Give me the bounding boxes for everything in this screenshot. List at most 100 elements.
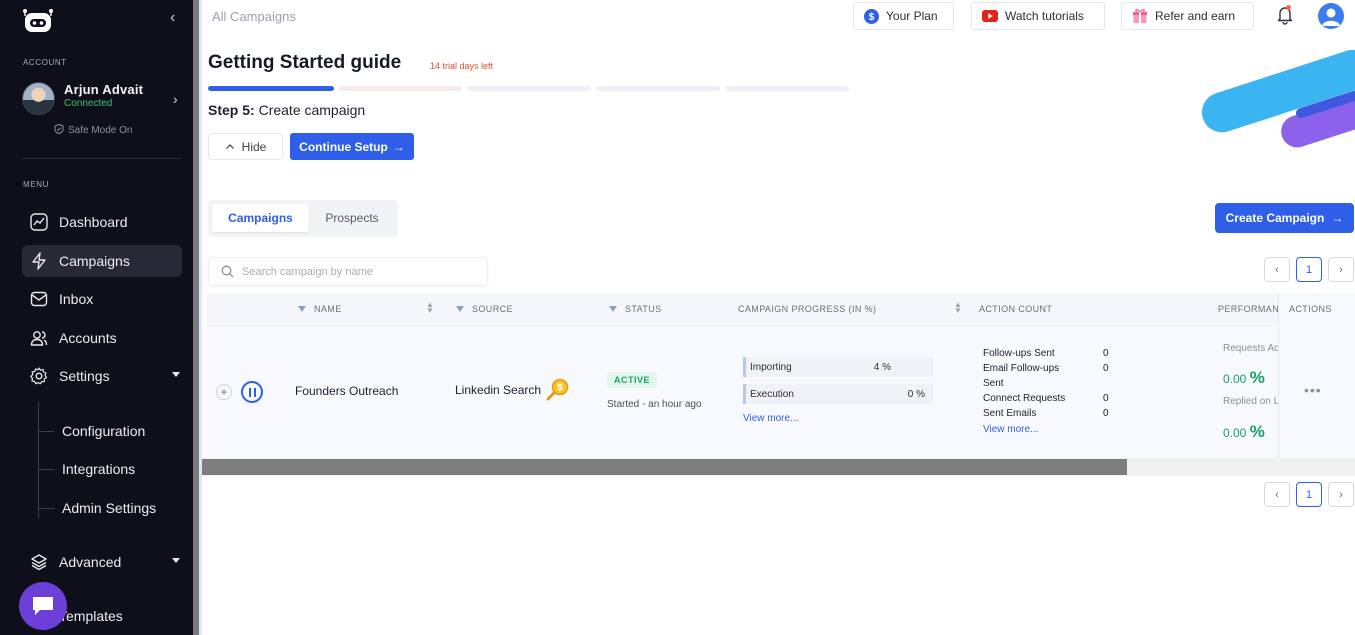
progress-bar-importing: Importing 4 % bbox=[743, 357, 933, 377]
progress-segment-3 bbox=[467, 86, 591, 91]
tab-prospects[interactable]: Prospects bbox=[312, 204, 392, 232]
filter-icon[interactable] bbox=[609, 306, 617, 312]
create-campaign-label: Create Campaign bbox=[1225, 211, 1325, 225]
sidebar-scrollbar[interactable] bbox=[193, 0, 199, 635]
safe-mode-indicator: Safe Mode On bbox=[54, 123, 132, 136]
your-plan-label: Your Plan bbox=[886, 9, 938, 23]
column-header-label: SOURCE bbox=[472, 304, 513, 314]
action-count-label: Follow-ups Sent bbox=[983, 348, 1055, 359]
column-header-progress[interactable]: CAMPAIGN PROGRESS (IN %) bbox=[738, 304, 876, 314]
robot-logo-icon[interactable] bbox=[22, 8, 54, 34]
sidebar-subitem-label: Configuration bbox=[62, 423, 146, 439]
performance-label: Requests Ac bbox=[1223, 343, 1280, 354]
table-header: NAME ▲ ▼ SOURCE STATUS CAMPAIGN PROGRESS … bbox=[207, 293, 1355, 324]
settings-icon bbox=[29, 366, 49, 386]
step-label: Create campaign bbox=[258, 102, 366, 118]
action-count-value: 0 bbox=[1103, 393, 1109, 404]
account-switcher[interactable]: Arjun Advait Connected › bbox=[22, 82, 182, 116]
tab-campaigns[interactable]: Campaigns bbox=[212, 204, 309, 232]
prev-page-button[interactable]: ‹ bbox=[1264, 257, 1290, 282]
your-plan-button[interactable]: $ Your Plan bbox=[853, 2, 954, 30]
progress-view-more-link[interactable]: View more... bbox=[743, 413, 798, 424]
sidebar-item-dashboard[interactable]: Dashboard bbox=[22, 206, 182, 238]
create-campaign-button[interactable]: Create Campaign → bbox=[1215, 203, 1354, 233]
action-count-label: Connect Requests bbox=[983, 393, 1066, 404]
action-count-value: 0 bbox=[1103, 363, 1109, 374]
action-count-value: 0 bbox=[1103, 348, 1109, 359]
column-header-source[interactable]: SOURCE bbox=[456, 304, 513, 314]
sidebar-subitem-integrations[interactable]: Integrations bbox=[38, 459, 135, 479]
sidebar-subitem-label: Admin Settings bbox=[62, 500, 157, 516]
sidebar-subitem-configuration[interactable]: Configuration bbox=[38, 421, 145, 441]
sidebar: ‹ ACCOUNT Arjun Advait Connected › Safe … bbox=[0, 0, 193, 635]
menu-section-label: MENU bbox=[23, 180, 49, 189]
action-count-view-more-link[interactable]: View more... bbox=[983, 424, 1038, 435]
continue-setup-label: Continue Setup bbox=[299, 139, 388, 154]
sidebar-item-campaigns[interactable]: Campaigns bbox=[22, 245, 182, 277]
column-header-name[interactable]: NAME bbox=[298, 304, 342, 314]
continue-setup-button[interactable]: Continue Setup → bbox=[290, 133, 414, 160]
arrow-right-icon: → bbox=[392, 139, 405, 154]
column-header-status[interactable]: STATUS bbox=[609, 304, 662, 314]
sidebar-item-label: Templates bbox=[59, 608, 123, 624]
sidebar-item-label: Advanced bbox=[59, 554, 122, 570]
arrow-right-icon: → bbox=[1331, 211, 1344, 225]
user-name: Arjun Advait bbox=[64, 82, 144, 97]
campaigns-icon bbox=[29, 251, 49, 271]
percent-sign: % bbox=[1249, 422, 1265, 441]
action-count-value: 0 bbox=[1103, 408, 1109, 419]
expand-row-icon[interactable]: + bbox=[216, 384, 232, 400]
inbox-icon bbox=[29, 289, 49, 309]
chat-widget-button[interactable] bbox=[19, 582, 67, 630]
column-header-label: CAMPAIGN PROGRESS (IN %) bbox=[738, 304, 877, 314]
prev-page-button[interactable]: ‹ bbox=[1264, 482, 1290, 507]
watch-tutorials-button[interactable]: Watch tutorials bbox=[971, 2, 1105, 30]
page-number-button[interactable]: 1 bbox=[1296, 482, 1322, 507]
trial-days-badge: 14 trial days left bbox=[430, 61, 494, 71]
next-page-button[interactable]: › bbox=[1328, 257, 1354, 282]
sidebar-item-accounts[interactable]: Accounts bbox=[22, 322, 182, 354]
refer-and-earn-button[interactable]: Refer and earn bbox=[1121, 2, 1254, 30]
gift-icon bbox=[1132, 8, 1148, 24]
sort-icon[interactable]: ▲ ▼ bbox=[426, 301, 434, 315]
column-header-performance: PERFORMANCE bbox=[1218, 304, 1278, 314]
campaign-name[interactable]: Founders Outreach bbox=[295, 384, 398, 398]
step-number: Step 5: bbox=[208, 102, 255, 118]
filter-icon[interactable] bbox=[298, 306, 306, 312]
profile-avatar-icon[interactable] bbox=[1318, 3, 1344, 29]
progress-value: 4 % bbox=[873, 362, 891, 373]
sidebar-item-inbox[interactable]: Inbox bbox=[22, 283, 182, 315]
status-badge: ACTIVE bbox=[607, 372, 658, 388]
caret-down-icon bbox=[172, 372, 180, 377]
search-box bbox=[208, 257, 488, 286]
layers-icon bbox=[29, 552, 49, 572]
more-actions-icon[interactable]: ••• bbox=[1304, 382, 1322, 398]
sidebar-item-advanced[interactable]: Advanced bbox=[22, 546, 182, 578]
sidebar-item-label: Dashboard bbox=[59, 214, 128, 230]
hide-label: Hide bbox=[241, 139, 267, 154]
pause-campaign-button[interactable] bbox=[241, 381, 263, 403]
progress-segment-2 bbox=[339, 86, 462, 91]
table-horizontal-scrollbar[interactable] bbox=[202, 459, 1127, 475]
collapse-sidebar-icon[interactable]: ‹ bbox=[170, 9, 175, 27]
chevron-right-icon: › bbox=[173, 91, 178, 107]
chevron-up-icon bbox=[225, 144, 234, 149]
sidebar-subitem-label: Integrations bbox=[62, 461, 136, 477]
filter-icon[interactable] bbox=[456, 306, 464, 312]
sidebar-subitem-admin-settings[interactable]: Admin Settings bbox=[38, 498, 156, 518]
next-page-button[interactable]: › bbox=[1328, 482, 1354, 507]
hide-guide-button[interactable]: Hide bbox=[208, 133, 283, 160]
search-input[interactable] bbox=[242, 265, 462, 278]
watch-tutorials-label: Watch tutorials bbox=[1005, 9, 1084, 23]
progress-bar-execution: Execution 0 % bbox=[743, 384, 933, 404]
refer-and-earn-label: Refer and earn bbox=[1155, 9, 1236, 23]
sidebar-item-settings[interactable]: Settings bbox=[22, 360, 182, 392]
caret-down-icon bbox=[172, 558, 180, 563]
breadcrumb[interactable]: All Campaigns bbox=[212, 9, 296, 24]
accounts-icon bbox=[29, 328, 49, 348]
youtube-icon bbox=[982, 10, 998, 22]
page-number-button[interactable]: 1 bbox=[1296, 257, 1322, 282]
sort-icon[interactable]: ▲ ▼ bbox=[954, 301, 962, 315]
campaign-source: Linkedin Search bbox=[455, 383, 542, 397]
progress-label: Execution bbox=[750, 389, 794, 400]
